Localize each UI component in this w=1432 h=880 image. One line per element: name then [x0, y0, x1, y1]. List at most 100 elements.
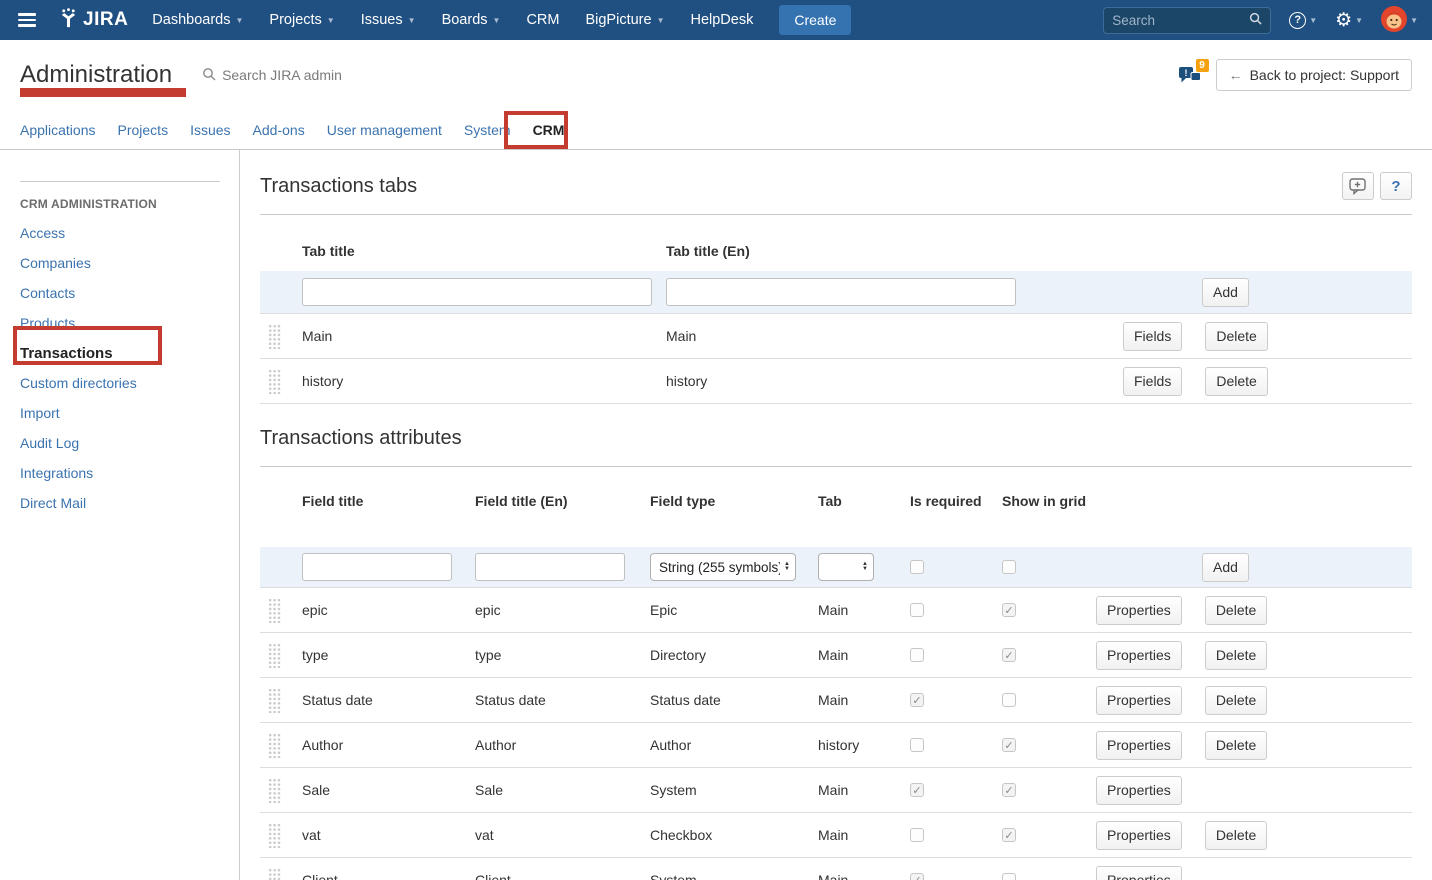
main-content: ? Transactions tabs Tab title Tab title …: [240, 150, 1432, 880]
show-in-grid-checkbox: ✓: [1002, 738, 1016, 752]
properties-button[interactable]: Properties: [1096, 731, 1182, 760]
jira-logo[interactable]: JIRA: [58, 8, 128, 32]
nav-item-boards[interactable]: Boards▼: [442, 12, 501, 28]
drag-handle-icon[interactable]: [268, 324, 281, 349]
drag-handle-icon[interactable]: [268, 778, 281, 803]
tab-system[interactable]: System: [464, 122, 511, 138]
nav-item-dashboards[interactable]: Dashboards▼: [152, 12, 243, 28]
drag-handle-icon[interactable]: [268, 369, 281, 394]
new-show-in-grid-checkbox[interactable]: [1002, 560, 1016, 574]
is-required-checkbox: [910, 828, 924, 842]
show-in-grid-checkbox: [1002, 693, 1016, 707]
column-header-tab-title-en: Tab title (En): [666, 243, 1100, 259]
tab-projects[interactable]: Projects: [118, 122, 169, 138]
hamburger-menu-icon[interactable]: [18, 10, 44, 30]
sidebar-item-integrations[interactable]: Integrations: [20, 458, 239, 488]
drag-handle-icon[interactable]: [268, 823, 281, 848]
section-title-attributes: Transactions attributes: [260, 424, 1412, 452]
tab-crm[interactable]: CRM: [533, 122, 565, 138]
properties-button[interactable]: Properties: [1096, 596, 1182, 625]
sidebar-item-transactions[interactable]: Transactions: [20, 338, 239, 368]
attribute-row: type type Directory Main ✓ Properties De…: [260, 633, 1412, 678]
tab-addons[interactable]: Add-ons: [253, 122, 305, 138]
fields-button[interactable]: Fields: [1123, 322, 1182, 351]
delete-attribute-button[interactable]: Delete: [1205, 596, 1267, 625]
notification-count-badge: 9: [1196, 59, 1209, 72]
drag-handle-icon[interactable]: [268, 733, 281, 758]
nav-item-helpdesk[interactable]: HelpDesk: [690, 12, 753, 28]
new-field-title-input[interactable]: [302, 553, 452, 581]
field-title-en: Author: [475, 737, 650, 753]
create-button[interactable]: Create: [779, 5, 851, 35]
new-field-title-en-input[interactable]: [475, 553, 625, 581]
search-icon: [202, 67, 216, 84]
tab-applications[interactable]: Applications: [20, 122, 96, 138]
crm-admin-sidebar: CRM ADMINISTRATION Access Companies Cont…: [0, 150, 240, 880]
field-type: Epic: [650, 602, 818, 618]
nav-item-issues[interactable]: Issues▼: [361, 12, 416, 28]
field-type-select[interactable]: String (255 symbols) ▲▼: [650, 553, 796, 581]
tab-user-management[interactable]: User management: [327, 122, 442, 138]
properties-button[interactable]: Properties: [1096, 641, 1182, 670]
delete-tab-button[interactable]: Delete: [1205, 322, 1267, 351]
nav-item-crm[interactable]: CRM: [526, 12, 559, 28]
nav-item-bigpicture[interactable]: BigPicture▼: [585, 12, 664, 28]
properties-button[interactable]: Properties: [1096, 776, 1182, 805]
sidebar-item-companies[interactable]: Companies: [20, 248, 239, 278]
back-arrow-icon: ←: [1229, 67, 1243, 83]
delete-attribute-button[interactable]: Delete: [1205, 821, 1267, 850]
field-tab: Main: [818, 827, 902, 843]
global-search-input[interactable]: [1112, 13, 1249, 28]
column-header-tab-title: Tab title: [302, 243, 666, 259]
new-tab-title-en-input[interactable]: [666, 278, 1016, 306]
field-tab: Main: [818, 602, 902, 618]
properties-button[interactable]: Properties: [1096, 866, 1182, 880]
field-type: Author: [650, 737, 818, 753]
tab-issues[interactable]: Issues: [190, 122, 230, 138]
sidebar-item-contacts[interactable]: Contacts: [20, 278, 239, 308]
new-tab-title-input[interactable]: [302, 278, 652, 306]
add-attribute-button[interactable]: Add: [1202, 553, 1249, 582]
properties-button[interactable]: Properties: [1096, 821, 1182, 850]
section-title-tabs: Transactions tabs: [260, 172, 1412, 200]
select-arrows-icon: ▲▼: [862, 562, 868, 573]
column-header-field-type: Field type: [650, 491, 818, 512]
drag-handle-icon[interactable]: [268, 643, 281, 668]
tab-select[interactable]: ▲▼: [818, 553, 874, 581]
sidebar-item-products[interactable]: Products: [20, 308, 239, 338]
tab-title-en-value: Main: [666, 328, 1100, 344]
sidebar-item-custom-directories[interactable]: Custom directories: [20, 368, 239, 398]
new-is-required-checkbox[interactable]: [910, 560, 924, 574]
page-title: Administration: [20, 61, 172, 89]
add-tab-button[interactable]: Add: [1202, 278, 1249, 307]
help-menu[interactable]: ? ▼: [1289, 12, 1317, 29]
sidebar-item-audit-log[interactable]: Audit Log: [20, 428, 239, 458]
drag-handle-icon[interactable]: [268, 598, 281, 623]
user-menu[interactable]: ▼: [1381, 6, 1418, 35]
admin-settings-menu[interactable]: ⚙ ▼: [1335, 11, 1363, 30]
delete-attribute-button[interactable]: Delete: [1205, 641, 1267, 670]
delete-tab-button[interactable]: Delete: [1205, 367, 1267, 396]
sidebar-item-direct-mail[interactable]: Direct Mail: [20, 488, 239, 518]
drag-handle-icon[interactable]: [268, 688, 281, 713]
show-in-grid-checkbox: ✓: [1002, 783, 1016, 797]
back-to-project-button[interactable]: ← Back to project: Support: [1216, 59, 1412, 91]
help-button[interactable]: ?: [1380, 172, 1412, 200]
nav-item-projects[interactable]: Projects▼: [269, 12, 334, 28]
sidebar-item-access[interactable]: Access: [20, 218, 239, 248]
feedback-button[interactable]: [1342, 172, 1374, 200]
delete-attribute-button[interactable]: Delete: [1205, 686, 1267, 715]
global-search: [1103, 7, 1271, 34]
notifications-button[interactable]: ! 9: [1178, 62, 1206, 88]
admin-search-input[interactable]: [222, 67, 422, 83]
fields-button[interactable]: Fields: [1123, 367, 1182, 396]
drag-handle-icon[interactable]: [268, 868, 281, 880]
is-required-checkbox: [910, 648, 924, 662]
sidebar-item-import[interactable]: Import: [20, 398, 239, 428]
delete-attribute-button[interactable]: Delete: [1205, 731, 1267, 760]
chevron-down-icon: ▼: [235, 16, 243, 25]
is-required-checkbox: ✓: [910, 693, 924, 707]
admin-header: Administration ! 9 ← Back to project: Su…: [0, 40, 1432, 110]
properties-button[interactable]: Properties: [1096, 686, 1182, 715]
tab-title-value: history: [302, 373, 666, 389]
